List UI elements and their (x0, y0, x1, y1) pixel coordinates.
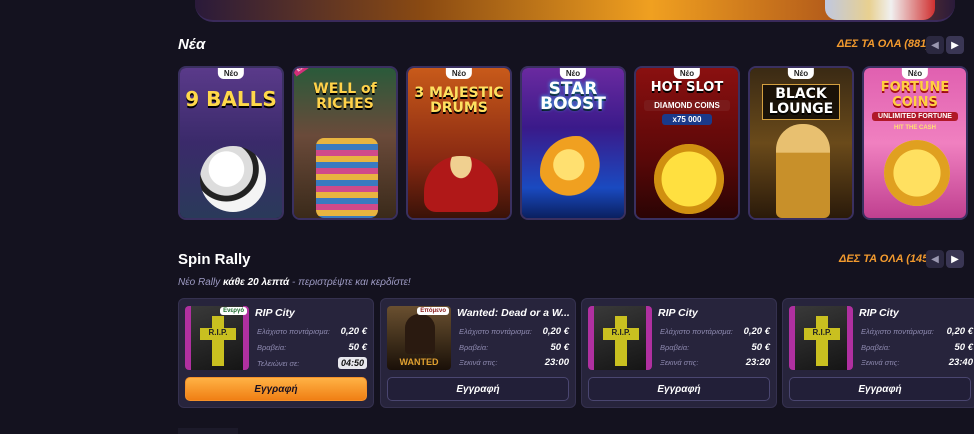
game-title: STAR BOOST (540, 79, 606, 114)
time-label: Τελειώνει σε: (257, 358, 300, 368)
min-bet-label: Ελάχιστο ποντάρισμα: (660, 327, 733, 336)
game-tile-hot-slot[interactable]: HOT SLOT DIAMOND COINS x75 000 Νέο (634, 66, 740, 220)
game-title: 9 BALLS (185, 87, 277, 111)
game-tile-fortune-coins[interactable]: FORTUNE COINS UNLIMITED FORTUNE HIT THE … (862, 66, 968, 220)
game-thumbnail[interactable]: R.I.P. (588, 306, 652, 370)
game-tile-star-boost[interactable]: STAR BOOST Νέο (520, 66, 626, 220)
rally-card[interactable]: WANTED Επόμενο Wanted: Dead or a W... Ελ… (380, 298, 576, 408)
prizes-value: 50 € (751, 342, 771, 353)
rally-subtitle-suffix: - περιστρέψτε και κερδίστε! (292, 277, 411, 288)
next-section-edge (178, 428, 238, 434)
min-bet-value: 0,20 € (542, 326, 569, 337)
chevron-left-icon[interactable]: ◀ (926, 36, 944, 54)
rally-cards: R.I.P. Ενεργό RIP City Ελάχιστο ποντάρισ… (178, 298, 974, 408)
new-badge: Νέο (217, 68, 245, 79)
game-tile-well-of-riches[interactable]: WELL of RICHES EXCLUSIVE (292, 66, 398, 220)
start-time: 23:00 (544, 357, 569, 368)
game-subtitle: UNLIMITED FORTUNE (872, 112, 958, 121)
game-title: WELL of RICHES (313, 81, 377, 112)
game-title: HOT SLOT (650, 80, 724, 95)
new-badge: Νέο (787, 68, 815, 79)
new-badge: Νέο (673, 68, 701, 79)
section-title-spin-rally: Spin Rally (178, 250, 251, 268)
min-bet-label: Ελάχιστο ποντάρισμα: (861, 327, 934, 336)
banner-artwork (825, 0, 935, 20)
game-tagline: HIT THE CASH (894, 125, 936, 131)
game-tile-black-lounge[interactable]: BLACK LOUNGE Νέο (748, 66, 854, 220)
game-title: FORTUNE COINS (880, 80, 950, 110)
time-label: Ξεκινά στις: (660, 358, 699, 367)
prizes-label: Βραβεία: (861, 343, 891, 352)
register-button[interactable]: Εγγραφή (185, 377, 367, 401)
game-multiplier: x75 000 (662, 114, 712, 125)
min-bet-value: 0,20 € (743, 326, 770, 337)
prizes-label: Βραβεία: (257, 343, 287, 352)
start-time: 23:20 (745, 357, 770, 368)
see-all-rally-link[interactable]: ΔΕΣ ΤΑ ΟΛΑ (145) (839, 253, 932, 265)
rally-subtitle: Νέο Rally κάθε 20 λεπτά - περιστρέψτε κα… (178, 277, 411, 288)
new-badge: Νέο (901, 68, 929, 79)
prizes-value: 50 € (550, 342, 570, 353)
prizes-value: 50 € (954, 342, 974, 353)
prizes-value: 50 € (348, 342, 368, 353)
rally-subtitle-bold: κάθε 20 λεπτά (222, 277, 290, 288)
chevron-right-icon[interactable]: ▶ (946, 250, 964, 268)
rally-game-name: RIP City (658, 307, 698, 319)
register-button[interactable]: Εγγραφή (588, 377, 770, 401)
min-bet-label: Ελάχιστο ποντάρισμα: (257, 327, 330, 336)
start-time: 23:40 (948, 357, 973, 368)
game-title: BLACK LOUNGE (762, 84, 840, 120)
chevron-left-icon[interactable]: ◀ (926, 250, 944, 268)
status-badge: Ενεργό (220, 307, 247, 315)
rally-card[interactable]: R.I.P. RIP City Ελάχιστο ποντάρισμα: 0,20… (782, 298, 974, 408)
prizes-label: Βραβεία: (459, 343, 489, 352)
promo-banner[interactable] (195, 0, 955, 22)
game-title: 3 MAJESTIC DRUMS (414, 85, 504, 116)
prizes-label: Βραβεία: (660, 343, 690, 352)
game-tile-3-majestic-drums[interactable]: 3 MAJESTIC DRUMS Νέο (406, 66, 512, 220)
new-games-carousel: 9 BALLS Νέο WELL of RICHES EXCLUSIVE 3 M… (178, 66, 974, 220)
game-thumbnail[interactable]: R.I.P. (789, 306, 853, 370)
register-button[interactable]: Εγγραφή (387, 377, 569, 401)
game-thumbnail[interactable]: WANTED Επόμενο (387, 306, 451, 370)
new-badge: Νέο (559, 68, 587, 79)
see-all-new-link[interactable]: ΔΕΣ ΤΑ ΟΛΑ (881) (837, 38, 930, 50)
game-thumbnail[interactable]: R.I.P. Ενεργό (185, 306, 249, 370)
chevron-right-icon[interactable]: ▶ (946, 36, 964, 54)
min-bet-value: 0,20 € (946, 326, 973, 337)
rally-card[interactable]: R.I.P. RIP City Ελάχιστο ποντάρισμα: 0,20… (581, 298, 777, 408)
rally-game-name: RIP City (255, 307, 295, 319)
countdown-timer: 04:50 (337, 357, 367, 369)
rally-subtitle-prefix: Νέο Rally (178, 277, 221, 288)
rally-card[interactable]: R.I.P. Ενεργό RIP City Ελάχιστο ποντάρισ… (178, 298, 374, 408)
rally-game-name: RIP City (859, 307, 899, 319)
game-subtitle: DIAMOND COINS (644, 100, 730, 111)
time-label: Ξεκινά στις: (861, 358, 900, 367)
new-badge: Νέο (445, 68, 473, 79)
min-bet-label: Ελάχιστο ποντάρισμα: (459, 327, 532, 336)
min-bet-value: 0,20 € (340, 326, 367, 337)
game-tile-9-balls[interactable]: 9 BALLS Νέο (178, 66, 284, 220)
time-label: Ξεκινά στις: (459, 358, 498, 367)
register-button[interactable]: Εγγραφή (789, 377, 971, 401)
section-title-new: Νέα (178, 35, 206, 53)
rally-game-name: Wanted: Dead or a W... (457, 307, 570, 319)
status-badge: Επόμενο (417, 307, 449, 315)
